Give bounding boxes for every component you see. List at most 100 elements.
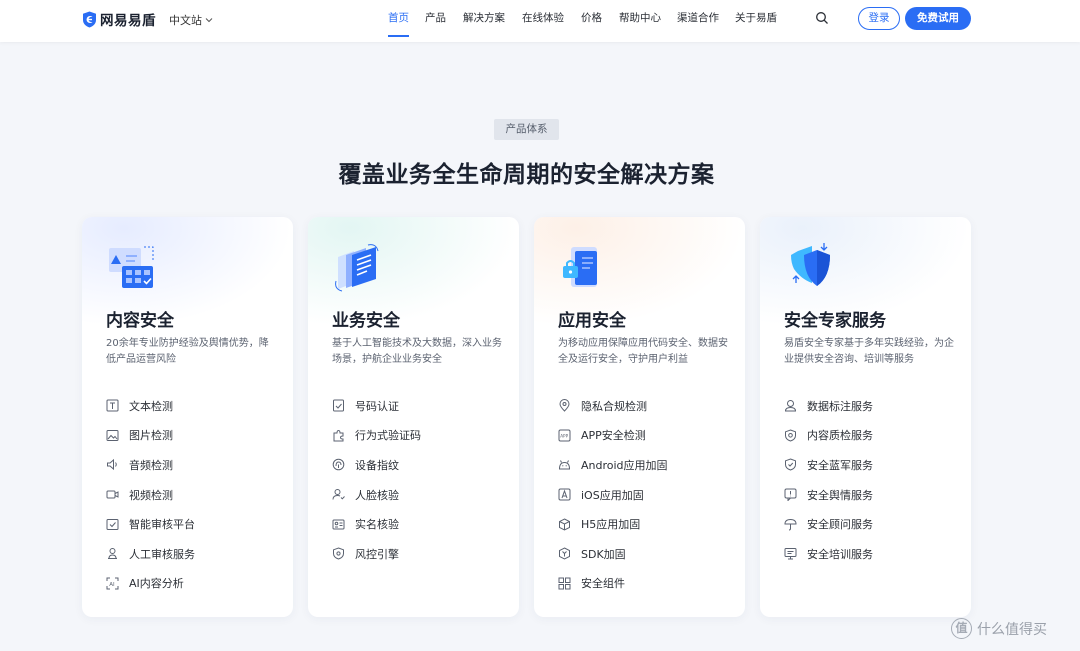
list-item-label: Android应用加固: [581, 458, 668, 472]
list-item-label: 安全顾问服务: [807, 518, 873, 532]
list-item-label: 设备指纹: [355, 458, 399, 472]
list-item-label: iOS应用加固: [581, 488, 644, 502]
card-expert-services[interactable]: 安全专家服务 易盾安全专家基于多年实践经验，为企业提供安全咨询、培训等服务 数据…: [760, 217, 971, 617]
list-item-ios-hardening[interactable]: iOS应用加固: [558, 480, 668, 510]
free-trial-button[interactable]: 免费试用: [905, 7, 971, 30]
list-item-app-security-check[interactable]: APP APP安全检测: [558, 421, 668, 451]
data-label-icon: [784, 400, 797, 412]
nav-help-center[interactable]: 帮助中心: [619, 0, 661, 37]
card-description: 为移动应用保障应用代码安全、数据安全及运行安全，守护用户利益: [558, 338, 728, 365]
list-item-label: 安全蓝军服务: [807, 458, 873, 472]
list-item-privacy-compliance[interactable]: 隐私合规检测: [558, 391, 668, 421]
list-item-label: 图片检测: [129, 429, 173, 443]
content-security-illustration-icon: [109, 246, 154, 288]
manual-review-icon: [108, 548, 117, 560]
list-item-h5-hardening[interactable]: H5应用加固: [558, 509, 668, 539]
svg-text:AI: AI: [109, 582, 115, 588]
list-item-label: 文本检测: [129, 399, 173, 413]
list-item-image-detection[interactable]: 图片检测: [106, 421, 195, 451]
list-item-audit-platform[interactable]: 智能审核平台: [106, 509, 195, 539]
card-title: 内容安全: [106, 311, 174, 331]
puzzle-icon: [333, 429, 344, 442]
product-list: 号码认证 行为式验证码 设备指纹 人脸核验 实名核验 风控引擎: [332, 391, 421, 569]
brand-name: 网易易盾: [100, 13, 156, 29]
list-item-label: 风控引擎: [355, 547, 399, 561]
brand-logo[interactable]: 网易易盾: [82, 9, 156, 29]
list-item-label: H5应用加固: [581, 518, 641, 532]
list-item-public-opinion[interactable]: 安全舆情服务: [784, 480, 873, 510]
nav-about[interactable]: 关于易盾: [735, 0, 777, 37]
app-security-illustration-icon: [563, 247, 597, 287]
site-language-switch[interactable]: 中文站: [169, 12, 213, 28]
nav-online-demo[interactable]: 在线体验: [522, 0, 564, 37]
consultant-icon: [784, 518, 797, 531]
list-item-blue-team[interactable]: 安全蓝军服务: [784, 450, 873, 480]
top-nav-bar: 网易易盾 中文站 首页 产品 解决方案 在线体验 价格 帮助中心 渠道合作 关于…: [0, 0, 1080, 42]
list-item-sdk-hardening[interactable]: SDK加固: [558, 539, 668, 569]
main-nav: 首页 产品 解决方案 在线体验 价格 帮助中心 渠道合作 关于易盾: [388, 0, 777, 42]
blue-team-icon: [785, 458, 796, 472]
list-item-device-fingerprint[interactable]: 设备指纹: [332, 450, 421, 480]
card-description: 易盾安全专家基于多年实践经验，为企业提供安全咨询、培训等服务: [784, 338, 954, 365]
list-item-quality-check[interactable]: 内容质检服务: [784, 421, 873, 451]
product-list: 文本检测 图片检测 音频检测 视频检测 智能审核平台 人工审核服务 AI AI内容…: [106, 391, 195, 598]
id-card-icon: [332, 519, 345, 530]
list-item-video-detection[interactable]: 视频检测: [106, 480, 195, 510]
list-item-phone-verify[interactable]: 号码认证: [332, 391, 421, 421]
android-icon: [558, 460, 571, 470]
chevron-down-icon: [205, 18, 213, 23]
list-item-label: 智能审核平台: [129, 518, 195, 532]
nav-pricing[interactable]: 价格: [581, 0, 602, 37]
ai-analysis-icon: AI: [106, 577, 119, 590]
audit-platform-icon: [106, 518, 119, 530]
audio-icon: [107, 459, 117, 471]
risk-engine-icon: [333, 547, 344, 560]
list-item-risk-engine[interactable]: 风控引擎: [332, 539, 421, 569]
card-title: 应用安全: [558, 311, 626, 331]
list-item-label: 安全舆情服务: [807, 488, 873, 502]
nav-products[interactable]: 产品: [425, 0, 446, 37]
app-icon: APP: [558, 429, 571, 442]
list-item-label: 隐私合规检测: [581, 399, 647, 413]
list-item-realname-verify[interactable]: 实名核验: [332, 509, 421, 539]
card-title: 安全专家服务: [784, 311, 886, 331]
list-item-security-components[interactable]: 安全组件: [558, 569, 668, 599]
list-item-label: 号码认证: [355, 399, 399, 413]
list-item-label: 行为式验证码: [355, 429, 421, 443]
list-item-audio-detection[interactable]: 音频检测: [106, 450, 195, 480]
text-icon: [106, 399, 119, 412]
list-item-text-detection[interactable]: 文本检测: [106, 391, 195, 421]
list-item-label: 安全培训服务: [807, 547, 873, 561]
list-item-manual-review[interactable]: 人工审核服务: [106, 539, 195, 569]
list-item-behavior-captcha[interactable]: 行为式验证码: [332, 421, 421, 451]
list-item-face-verify[interactable]: 人脸核验: [332, 480, 421, 510]
login-button[interactable]: 登录: [858, 7, 900, 30]
shield-logo-icon: [83, 11, 96, 27]
card-content-security[interactable]: 内容安全 20余年专业防护经验及舆情优势，降低产品运营风险 文本检测 图片检测 …: [82, 217, 293, 617]
list-item-training[interactable]: 安全培训服务: [784, 539, 873, 569]
product-list: 数据标注服务 内容质检服务 安全蓝军服务 安全舆情服务 安全顾问服务 安全培训服…: [784, 391, 873, 569]
list-item-label: 数据标注服务: [807, 399, 873, 413]
watermark-logo: 值: [951, 618, 972, 639]
face-verify-icon: [332, 489, 345, 500]
nav-solutions[interactable]: 解决方案: [463, 0, 505, 37]
list-item-android-hardening[interactable]: Android应用加固: [558, 450, 668, 480]
nav-home[interactable]: 首页: [388, 0, 409, 37]
section-title: 覆盖业务全生命周期的安全解决方案: [338, 162, 715, 188]
list-item-data-labeling[interactable]: 数据标注服务: [784, 391, 873, 421]
list-item-label: APP安全检测: [581, 429, 646, 443]
list-item-consultant[interactable]: 安全顾问服务: [784, 509, 873, 539]
list-item-ai-analysis[interactable]: AI AI内容分析: [106, 569, 195, 599]
sdk-icon: [559, 547, 570, 560]
search-icon[interactable]: [815, 11, 829, 25]
video-icon: [106, 490, 119, 499]
list-item-label: 人工审核服务: [129, 547, 195, 561]
nav-channel-partners[interactable]: 渠道合作: [677, 0, 719, 37]
card-business-security[interactable]: 业务安全 基于人工智能技术及大数据，深入业务场景，护航企业业务安全 号码认证 行…: [308, 217, 519, 617]
expert-services-illustration-icon: [791, 243, 830, 286]
section-tag: 产品体系: [494, 119, 559, 140]
card-description: 20余年专业防护经验及舆情优势，降低产品运营风险: [106, 338, 269, 365]
image-icon: [106, 429, 119, 441]
card-app-security[interactable]: 应用安全 为移动应用保障应用代码安全、数据安全及运行安全，守护用户利益 隐私合规…: [534, 217, 745, 617]
product-list: 隐私合规检测 APP APP安全检测 Android应用加固 iOS应用加固 H5…: [558, 391, 668, 598]
